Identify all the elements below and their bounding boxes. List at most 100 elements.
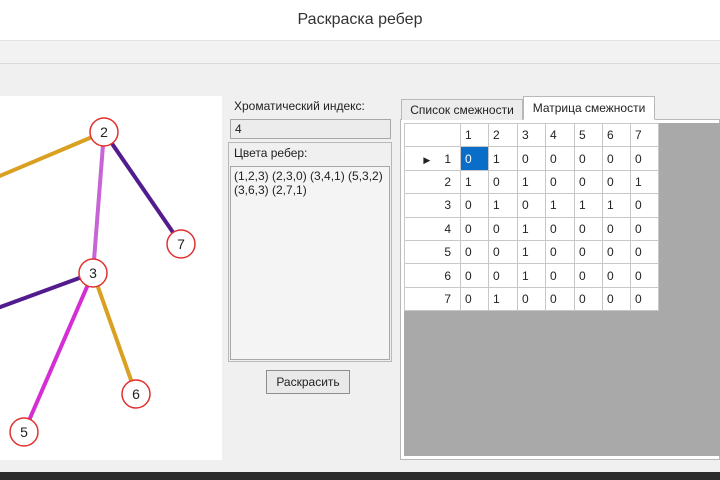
matrix-cell[interactable]: 0	[630, 286, 659, 312]
matrix-cell[interactable]: 0	[488, 263, 518, 288]
matrix-cell[interactable]: 0	[602, 286, 631, 312]
graph-edge	[91, 272, 138, 395]
matrix-cell[interactable]: 0	[517, 286, 546, 312]
graph-node-6[interactable]: 6	[121, 379, 151, 409]
matrix-row-header[interactable]: 7	[404, 286, 461, 312]
title-bar: Раскраска ребер	[0, 0, 720, 41]
color-edges-button[interactable]: Раскрасить	[266, 370, 350, 394]
matrix-row-header[interactable]: 5	[404, 239, 461, 265]
graph-svg: 2 3 5 6 7	[0, 117, 196, 447]
menu-bar	[0, 41, 720, 64]
chromatic-index-field[interactable]: 4	[230, 119, 391, 139]
matrix-column-header[interactable]: 2	[488, 122, 518, 148]
matrix-corner-cell	[404, 122, 461, 148]
matrix-cell[interactable]: 0	[630, 216, 659, 241]
window-title: Раскраска ребер	[297, 11, 423, 28]
graph-node-label: 2	[100, 124, 108, 140]
matrix-cell[interactable]: 0	[602, 263, 631, 288]
matrix-cell[interactable]: 0	[545, 286, 575, 312]
graph-edge	[102, 130, 183, 246]
matrix-cell[interactable]: 0	[602, 146, 631, 171]
current-row-indicator-icon: ▶	[423, 154, 431, 165]
matrix-cell[interactable]: 0	[545, 239, 575, 265]
graph-canvas: 2 3 5 6 7	[0, 96, 222, 460]
graph-node-label: 5	[20, 424, 28, 440]
matrix-row: ▶ 1 0 1 0 0 0 0 0	[404, 146, 659, 171]
matrix-cell[interactable]: 0	[602, 239, 631, 265]
matrix-row-header[interactable]: 3	[404, 193, 461, 218]
matrix-column-header[interactable]: 6	[602, 122, 631, 148]
matrix-cell[interactable]: 1	[517, 263, 546, 288]
matrix-row: 60010000	[404, 263, 659, 288]
matrix-cell[interactable]: 0	[460, 193, 489, 218]
matrix-row: 50010000	[404, 239, 659, 265]
matrix-column-header[interactable]: 3	[517, 122, 546, 148]
matrix-column-header[interactable]: 4	[545, 122, 575, 148]
matrix-cell[interactable]: 0	[574, 239, 603, 265]
graph-edge	[91, 131, 106, 274]
matrix-cell[interactable]: 0	[488, 169, 518, 195]
matrix-cell[interactable]: 1	[488, 286, 518, 312]
graph-edge	[22, 272, 95, 433]
matrix-row-header[interactable]: ▶ 1	[404, 146, 461, 171]
matrix-cell[interactable]: 0	[602, 216, 631, 241]
graph-node-2[interactable]: 2	[89, 117, 119, 147]
matrix-cell[interactable]: 0	[545, 216, 575, 241]
matrix-cell[interactable]: 0	[517, 146, 546, 171]
edge-colors-label: Цвета ребер:	[234, 146, 308, 160]
graph-node-5[interactable]: 5	[9, 417, 39, 447]
matrix-cell[interactable]: 0	[630, 239, 659, 265]
matrix-cell[interactable]: 1	[488, 146, 518, 171]
matrix-cell[interactable]: 1	[460, 169, 489, 195]
tab-adjacency-list[interactable]: Список смежности	[401, 99, 523, 120]
matrix-column-header[interactable]: 1	[460, 122, 489, 148]
matrix-row-header[interactable]: 2	[404, 169, 461, 195]
matrix-cell[interactable]: 1	[488, 193, 518, 218]
matrix-column-header[interactable]: 7	[630, 122, 659, 148]
edge-colors-textbox[interactable]: (1,2,3) (2,3,0) (3,4,1) (5,3,2) (3,6,3) …	[230, 166, 390, 360]
matrix-cell[interactable]: 0	[545, 146, 575, 171]
matrix-cell[interactable]: 0	[488, 239, 518, 265]
graph-node-7[interactable]: 7	[166, 229, 196, 259]
matrix-cell[interactable]: 0	[574, 169, 603, 195]
matrix-cell[interactable]: 0	[574, 146, 603, 171]
matrix-cell[interactable]: 0	[630, 263, 659, 288]
matrix-row-header[interactable]: 4	[404, 216, 461, 241]
chromatic-index-label: Хроматический индекс:	[234, 99, 365, 113]
matrix-cell[interactable]: 1	[517, 216, 546, 241]
matrix-cell[interactable]: 0	[574, 216, 603, 241]
matrix-cell[interactable]: 0	[488, 216, 518, 241]
matrix-cell[interactable]: 0	[574, 286, 603, 312]
matrix-cell[interactable]: 1	[545, 193, 575, 218]
matrix-cell[interactable]: 0	[460, 216, 489, 241]
matrix-cell[interactable]: 0	[460, 286, 489, 312]
matrix-row: 30101110	[404, 193, 659, 218]
matrix-cell[interactable]: 0	[545, 263, 575, 288]
matrix-column-header[interactable]: 5	[574, 122, 603, 148]
tab-adjacency-matrix[interactable]: Матрица смежности	[523, 96, 655, 120]
matrix-cell[interactable]: 1	[517, 239, 546, 265]
graph-node-label: 6	[132, 386, 140, 402]
matrix-cell[interactable]: 1	[574, 193, 603, 218]
graph-node-3[interactable]: 3	[78, 258, 108, 288]
matrix-row: 70100000	[404, 286, 659, 312]
matrix-cell[interactable]: 0	[545, 169, 575, 195]
graph-node-label: 3	[89, 265, 97, 281]
matrix-cell[interactable]: 0	[460, 239, 489, 265]
matrix-cell[interactable]: 1	[602, 193, 631, 218]
matrix-cell[interactable]: 0	[630, 193, 659, 218]
matrix-cell[interactable]: 1	[630, 169, 659, 195]
matrix-row: 21010001	[404, 169, 659, 195]
matrix-cell[interactable]: 0	[602, 169, 631, 195]
matrix-cell[interactable]: 0	[517, 193, 546, 218]
graph-node-label: 7	[177, 236, 185, 252]
matrix-row-header[interactable]: 6	[404, 263, 461, 288]
matrix-row: 40010000	[404, 216, 659, 241]
matrix-cell[interactable]: 1	[517, 169, 546, 195]
matrix-cell[interactable]: 0	[460, 263, 489, 288]
adjacency-matrix-grid[interactable]: 1 2 3 4 5 6 7 ▶ 1 0 1 0 0 0 0 0 2 1 0 1 0 0 0 1 3 0 1 0 1 1 1 0 4 0 0 1 0 0 0 0…	[404, 122, 659, 312]
graph-edge	[0, 130, 105, 179]
matrix-cell[interactable]: 0	[460, 146, 489, 171]
matrix-cell[interactable]: 0	[630, 146, 659, 171]
matrix-cell[interactable]: 0	[574, 263, 603, 288]
